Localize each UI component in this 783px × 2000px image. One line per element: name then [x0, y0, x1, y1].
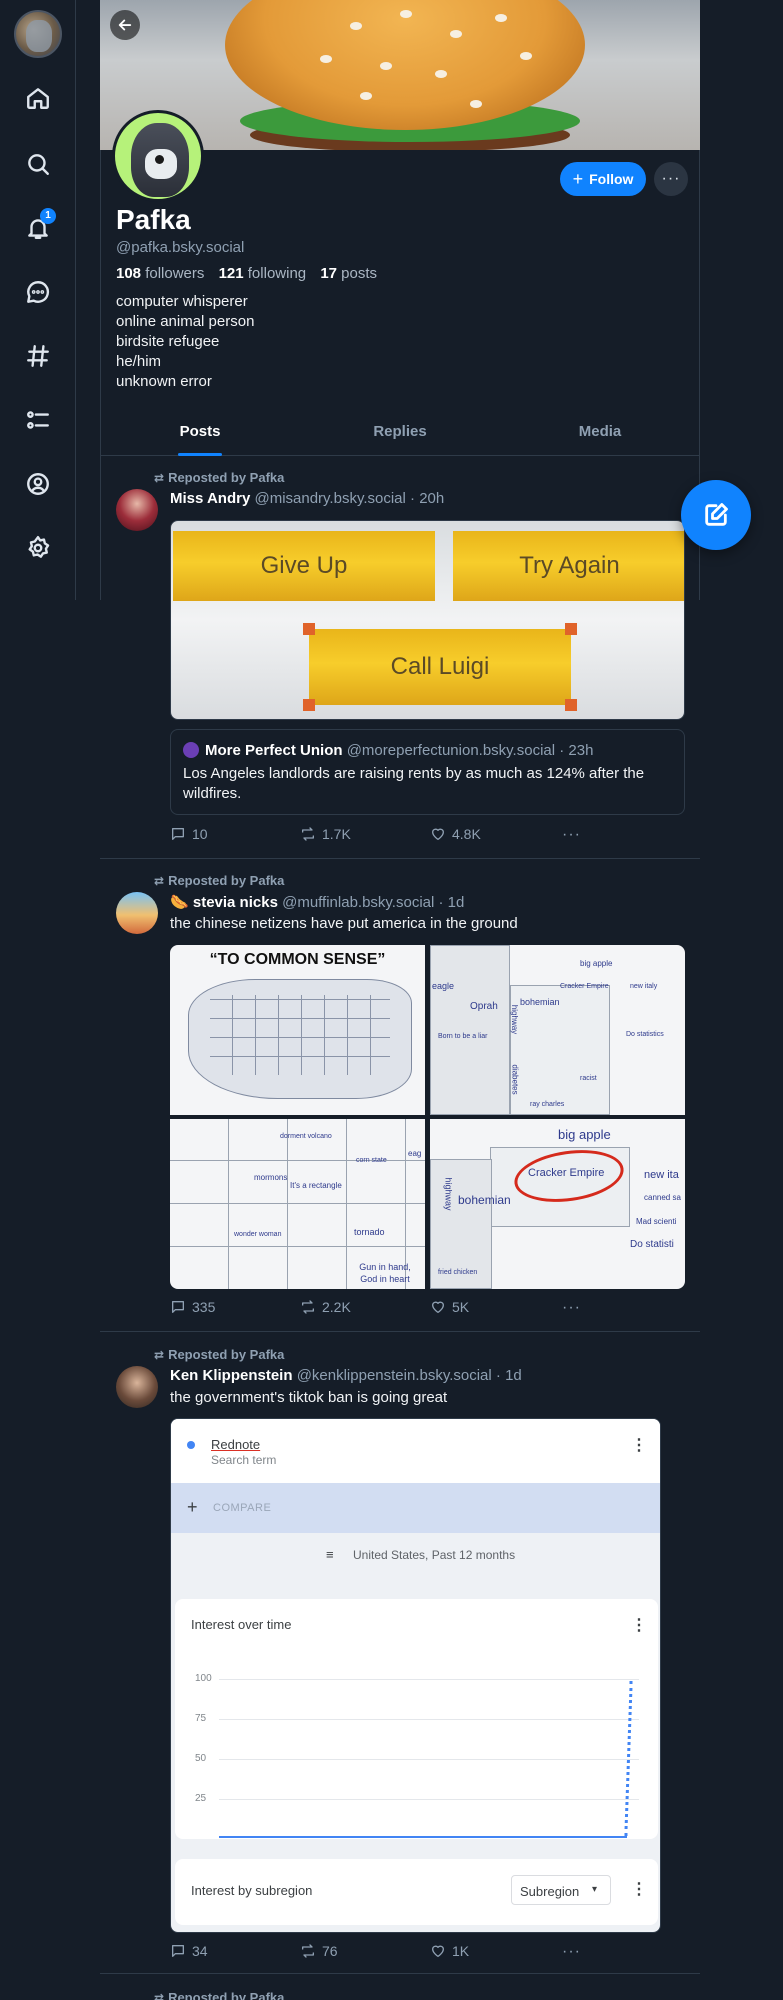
follow-label: Follow: [589, 171, 634, 187]
post-more-button[interactable]: ···: [562, 1943, 581, 1961]
profile-icon[interactable]: [22, 468, 54, 500]
post-more-button[interactable]: ···: [562, 1299, 581, 1317]
profile-handle: @pafka.bsky.social: [116, 239, 245, 256]
repost-icon: [302, 1944, 314, 1958]
follow-button[interactable]: + Follow: [560, 162, 646, 196]
post-image[interactable]: big apple Oprah bohemian Cracker Empire …: [430, 945, 685, 1115]
post-author[interactable]: 🌭 stevia nicks @muffinlab.bsky.social · …: [170, 893, 464, 911]
post-author[interactable]: Miss Andry @misandry.bsky.social · 20h: [170, 490, 444, 507]
emoji: 🌭: [170, 894, 189, 911]
kebab-icon: ⋮: [631, 1881, 647, 1898]
chat-icon[interactable]: [22, 276, 54, 308]
notifications-icon[interactable]: 1: [22, 208, 56, 244]
tab-posts[interactable]: Posts: [100, 412, 300, 455]
avatar[interactable]: [116, 1366, 158, 1408]
search-icon[interactable]: [22, 148, 54, 180]
image-label: Try Again: [453, 531, 684, 601]
arrow-left-icon: [118, 19, 132, 31]
post-actions: 335 2.2K 5K ···: [170, 1299, 590, 1319]
lists-icon[interactable]: [22, 404, 54, 436]
bio-line: computer whisperer: [116, 293, 248, 310]
repost-indicator: ⇄ Reposted by Pafka: [154, 470, 285, 485]
profile-name: Pafka: [116, 204, 191, 235]
image-label: Give Up: [173, 531, 435, 601]
bio-line: he/him: [116, 353, 162, 370]
repost-icon: [302, 827, 314, 841]
like-button[interactable]: 5K: [430, 1299, 469, 1315]
heart-icon: [432, 1301, 444, 1313]
heart-icon: [432, 828, 444, 840]
post-image[interactable]: Rednote Search term ⋮ + COMPARE ≡ United…: [170, 1418, 661, 1933]
notifications-badge: 1: [40, 208, 56, 224]
reply-button[interactable]: 34: [170, 1943, 208, 1959]
plus-icon: +: [572, 169, 584, 189]
post-text: the government's tiktok ban is going gre…: [170, 1389, 448, 1406]
quote-text: Los Angeles landlords are raising rents …: [183, 765, 645, 802]
repost-icon: ⇄: [154, 1348, 165, 1362]
image-label: Call Luigi: [309, 629, 571, 705]
avatar: [183, 742, 199, 758]
like-button[interactable]: 1K: [430, 1943, 469, 1959]
repost-indicator: ⇄ Reposted by Pafka: [154, 1347, 285, 1362]
followers-link[interactable]: 108 followers: [116, 265, 204, 282]
profile-stats: 108 followers 121 following 17 posts: [116, 265, 377, 282]
post-actions: 10 1.7K 4.8K ···: [170, 826, 590, 846]
post-more-button[interactable]: ···: [562, 826, 581, 844]
profile-avatar[interactable]: [112, 110, 204, 202]
reply-icon: [172, 1301, 184, 1313]
post-image-grid: “TO COMMON SENSE” big apple Oprah bohemi…: [170, 945, 685, 1289]
current-user-avatar[interactable]: [14, 10, 62, 58]
avatar[interactable]: [116, 892, 158, 934]
repost-icon: [302, 1300, 314, 1314]
following-link[interactable]: 121 following: [219, 265, 307, 282]
bio-line: unknown error: [116, 373, 212, 390]
post-actions: 34 76 1K ···: [170, 1943, 590, 1963]
repost-icon: ⇄: [154, 471, 165, 485]
kebab-icon: ⋮: [631, 1437, 647, 1454]
repost-button[interactable]: 76: [300, 1943, 338, 1959]
compose-button[interactable]: [681, 480, 751, 550]
post-image[interactable]: dorment volcano mormons It's a rectangle…: [170, 1119, 425, 1289]
kebab-icon: ⋮: [631, 1617, 647, 1634]
like-button[interactable]: 4.8K: [430, 826, 481, 842]
reply-icon: [172, 1945, 184, 1957]
profile-more-button[interactable]: ···: [654, 162, 688, 196]
repost-icon: ⇄: [154, 874, 165, 888]
avatar[interactable]: [116, 489, 158, 531]
post-image[interactable]: big apple Cracker Empire bohemian new it…: [430, 1119, 685, 1289]
bio-line: online animal person: [116, 313, 255, 330]
repost-button[interactable]: 1.7K: [300, 826, 351, 842]
reply-button[interactable]: 10: [170, 826, 208, 842]
left-nav-rail: 1: [0, 0, 76, 600]
heart-icon: [432, 1945, 444, 1957]
post-author[interactable]: Ken Klippenstein @kenklippenstein.bsky.s…: [170, 1367, 522, 1384]
filter-icon: ≡: [326, 1547, 334, 1562]
post-image[interactable]: Give Up Try Again Call Luigi: [170, 520, 685, 720]
reply-button[interactable]: 335: [170, 1299, 215, 1315]
post-image[interactable]: “TO COMMON SENSE”: [170, 945, 425, 1115]
compose-icon: [705, 503, 728, 526]
tab-replies[interactable]: Replies: [300, 412, 500, 455]
settings-icon[interactable]: [22, 532, 54, 564]
profile-bio: computer whisperer online animal person …: [116, 292, 254, 392]
profile-tabs: Posts Replies Media: [100, 412, 700, 456]
home-icon[interactable]: [22, 82, 54, 114]
repost-button[interactable]: 2.2K: [300, 1299, 351, 1315]
posts-count: 17 posts: [320, 265, 378, 282]
tab-media[interactable]: Media: [500, 412, 700, 455]
repost-indicator: ⇄ Reposted by Pafka: [154, 1990, 284, 2000]
reply-icon: [172, 828, 184, 840]
quoted-post[interactable]: More Perfect Union @moreperfectunion.bsk…: [170, 729, 685, 815]
repost-indicator: ⇄ Reposted by Pafka: [154, 873, 285, 888]
post-text: the chinese netizens have put america in…: [170, 915, 518, 932]
repost-icon: ⇄: [154, 1991, 165, 2000]
feeds-icon[interactable]: [22, 340, 54, 372]
bio-line: birdsite refugee: [116, 333, 220, 350]
back-button[interactable]: [110, 10, 140, 40]
quote-author: More Perfect Union @moreperfectunion.bsk…: [183, 742, 593, 759]
